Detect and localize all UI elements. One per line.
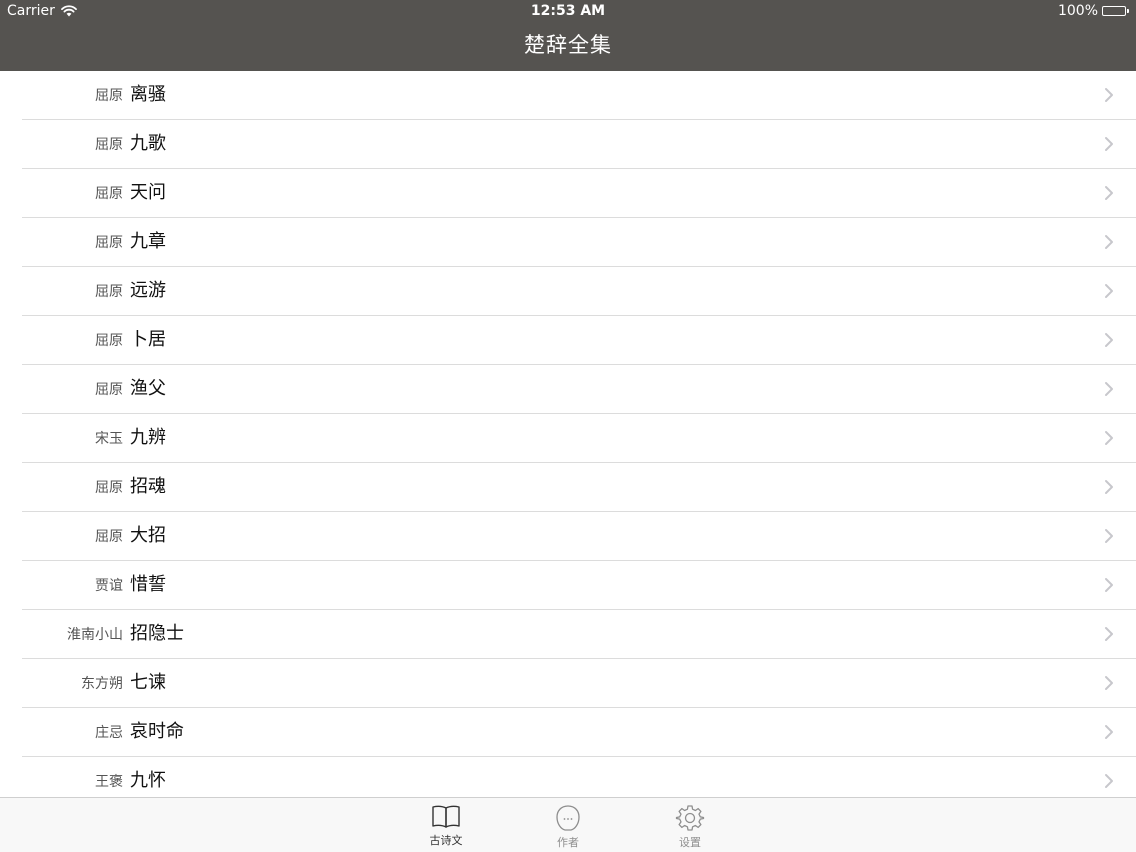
chevron-right-icon xyxy=(1105,235,1113,249)
tab-poems[interactable]: 古诗文 xyxy=(406,804,486,847)
poem-author: 庄忌 xyxy=(95,725,123,741)
poem-author: 宋玉 xyxy=(95,431,123,447)
poem-author: 屈原 xyxy=(95,382,123,398)
chevron-right-icon xyxy=(1105,529,1113,543)
chevron-right-icon xyxy=(1105,137,1113,151)
tab-poems-label: 古诗文 xyxy=(429,834,463,847)
chevron-right-icon xyxy=(1105,186,1113,200)
poem-title: 招魂 xyxy=(130,476,166,497)
poem-author: 王褒 xyxy=(95,774,123,790)
tab-authors-label: 作者 xyxy=(557,836,579,849)
chevron-right-icon xyxy=(1105,284,1113,298)
app-screen: Carrier 12:53 AM 100% 楚辞全集 屈原 离骚 屈原 九歌 屈原 天问屈… xyxy=(0,0,1136,852)
list-item[interactable]: 宋玉 九辨 xyxy=(22,414,1136,463)
list-item[interactable]: 东方朔 七谏 xyxy=(22,659,1136,708)
list-item[interactable]: 屈原 招魂 xyxy=(22,463,1136,512)
status-bar: Carrier 12:53 AM 100% xyxy=(0,0,1136,22)
poem-author: 东方朔 xyxy=(81,676,123,692)
chevron-right-icon xyxy=(1105,431,1113,445)
list-item[interactable]: 屈原 九章 xyxy=(22,218,1136,267)
book-icon xyxy=(432,805,460,828)
list-item[interactable]: 屈原 卜居 xyxy=(22,316,1136,365)
poem-author: 屈原 xyxy=(95,333,123,349)
poem-title: 九辨 xyxy=(130,427,166,448)
poem-author: 屈原 xyxy=(95,480,123,496)
gear-icon xyxy=(675,805,705,831)
list-item[interactable]: 屈原 九歌 xyxy=(22,120,1136,169)
poem-title: 惜誓 xyxy=(130,574,166,595)
list-item[interactable]: 淮南小山 招隐士 xyxy=(22,610,1136,659)
poem-author: 淮南小山 xyxy=(67,627,123,643)
status-battery: 100% xyxy=(1058,0,1129,22)
battery-percent: 100% xyxy=(1057,3,1098,19)
navigation-header: Carrier 12:53 AM 100% 楚辞全集 xyxy=(0,0,1136,71)
tab-bar: 古诗文 作者 设置 xyxy=(0,797,1136,852)
page-title: 楚辞全集 xyxy=(524,33,612,57)
poem-author: 屈原 xyxy=(95,186,123,202)
list-item[interactable]: 屈原 渔父 xyxy=(22,365,1136,414)
poem-title: 远游 xyxy=(130,280,166,301)
poem-title: 哀时命 xyxy=(130,721,184,742)
tab-authors[interactable]: 作者 xyxy=(528,804,608,849)
tab-settings-label: 设置 xyxy=(679,836,701,849)
chevron-right-icon xyxy=(1105,382,1113,396)
list-item[interactable]: 屈原 天问 xyxy=(22,169,1136,218)
list-item[interactable]: 庄忌 哀时命 xyxy=(22,708,1136,757)
poem-list: 屈原 离骚 屈原 九歌 屈原 天问 屈原 九章 屈原 远游 屈原 卜居 屈原 渔父 宋玉 九辨 屈原 招魂 屈原 大招… xyxy=(0,71,1136,797)
poem-author: 屈原 xyxy=(95,88,123,104)
poem-title: 渔父 xyxy=(130,378,166,399)
poem-title: 卜居 xyxy=(130,329,166,350)
list-item[interactable]: 王褒 九怀 xyxy=(22,757,1136,797)
poem-title: 七谏 xyxy=(130,672,166,693)
chevron-right-icon xyxy=(1105,88,1113,102)
battery-icon xyxy=(1102,6,1126,16)
poem-author: 贾谊 xyxy=(95,578,123,594)
poem-author: 屈原 xyxy=(95,137,123,153)
poem-title: 招隐士 xyxy=(130,623,184,644)
tab-settings[interactable]: 设置 xyxy=(650,804,730,849)
chevron-right-icon xyxy=(1105,725,1113,739)
poem-author: 屈原 xyxy=(95,529,123,545)
poem-title: 离骚 xyxy=(130,84,166,105)
status-time: 12:53 AM xyxy=(530,3,606,19)
list-item[interactable]: 屈原 大招 xyxy=(22,512,1136,561)
poem-title: 九怀 xyxy=(130,770,166,791)
chevron-right-icon xyxy=(1105,774,1113,788)
poem-title: 天问 xyxy=(130,182,166,203)
chevron-right-icon xyxy=(1105,333,1113,347)
list-item[interactable]: 屈原 离骚 xyxy=(22,71,1136,120)
chevron-right-icon xyxy=(1105,676,1113,690)
chevron-right-icon xyxy=(1105,480,1113,494)
battery-tip xyxy=(1127,9,1129,13)
chevron-right-icon xyxy=(1105,627,1113,641)
poem-title: 大招 xyxy=(130,525,166,546)
list-item[interactable]: 贾谊 惜誓 xyxy=(22,561,1136,610)
poem-title: 九歌 xyxy=(130,133,166,154)
poem-author: 屈原 xyxy=(95,284,123,300)
poem-title: 九章 xyxy=(130,231,166,252)
chevron-right-icon xyxy=(1105,578,1113,592)
person-icon xyxy=(556,805,580,831)
list-item[interactable]: 屈原 远游 xyxy=(22,267,1136,316)
poem-author: 屈原 xyxy=(95,235,123,251)
